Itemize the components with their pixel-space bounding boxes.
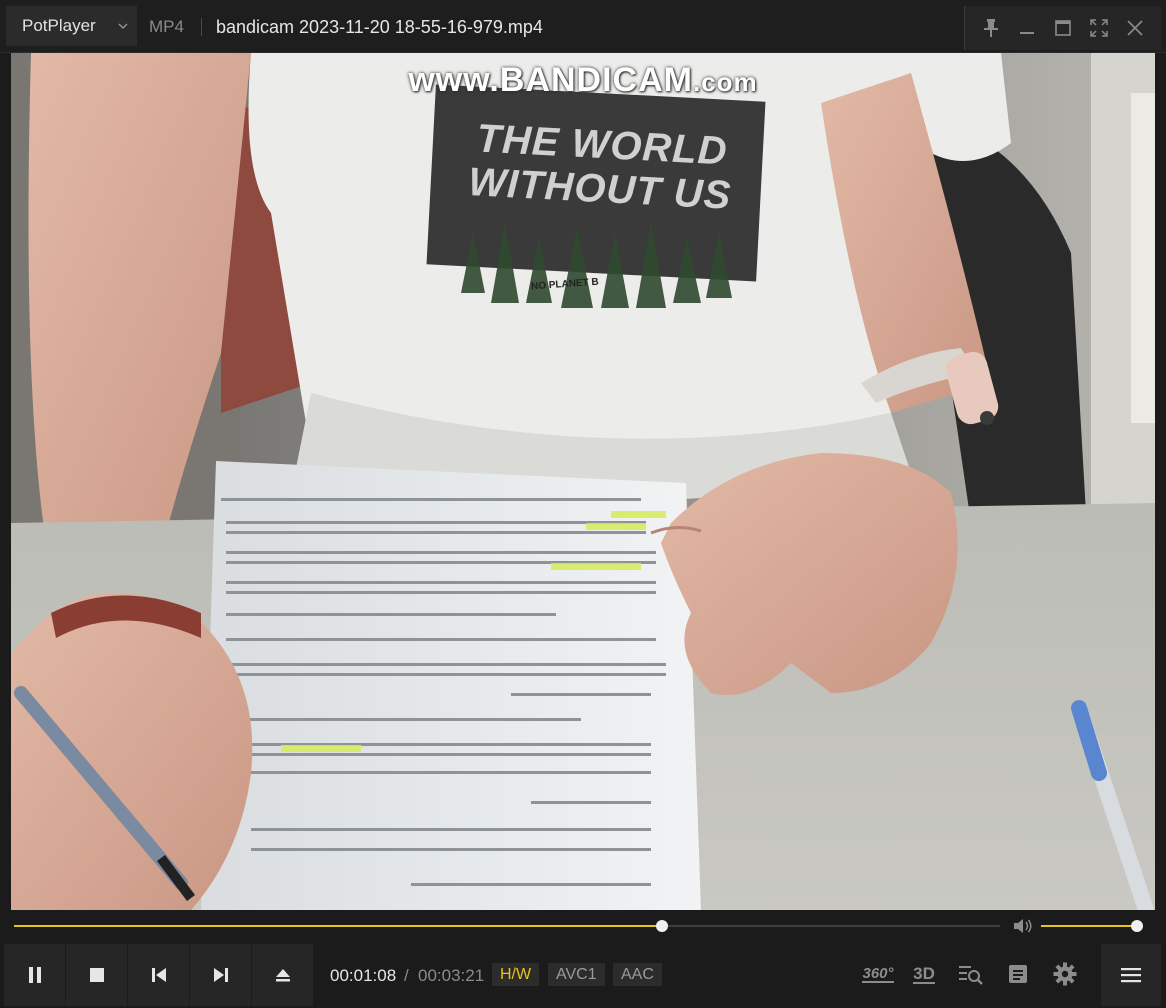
shirt-print: THE WORLD WITHOUT US (429, 114, 773, 220)
stop-button[interactable] (66, 944, 127, 1006)
pin-icon (984, 19, 998, 37)
pause-button[interactable] (4, 944, 65, 1006)
eject-button[interactable] (252, 944, 313, 1006)
current-time: 00:01:08 (330, 966, 397, 985)
minimize-icon (1020, 32, 1034, 34)
audio-codec-badge[interactable]: AAC (613, 963, 662, 986)
seek-bar[interactable] (14, 920, 1000, 932)
close-icon (1127, 20, 1143, 36)
format-label: MP4 (149, 17, 184, 36)
video-codec-badge[interactable]: AVC1 (548, 963, 605, 986)
title-bar: PotPlayer MP4 bandicam 2023-11-20 18-55-… (0, 0, 1166, 53)
maximize-icon (1055, 20, 1071, 36)
gear-icon (1053, 962, 1077, 986)
time-separator: / (404, 966, 409, 985)
previous-button[interactable] (128, 944, 189, 1006)
hw-decoder-badge[interactable]: H/W (492, 963, 540, 986)
watermark-main: www.BANDICAM (408, 61, 693, 99)
settings-button[interactable] (1047, 958, 1083, 990)
file-name: bandicam 2023-11-20 18-55-16-979.mp4 (216, 17, 543, 37)
menu-icon (1121, 968, 1141, 983)
app-name: PotPlayer (22, 16, 96, 35)
close-button[interactable] (1117, 6, 1153, 50)
volume-icon[interactable] (1013, 917, 1035, 935)
vr-360-button[interactable]: 360° (860, 958, 896, 990)
video-frame[interactable]: www.BANDICAM.com THE WORLD WITHOUT US NO… (11, 53, 1155, 910)
watermark-suffix: .com (692, 67, 758, 97)
control-bar: 00:01:08 / 00:03:21 H/W AVC1 AAC 360° 3D (0, 910, 1166, 1008)
app-menu-button[interactable]: PotPlayer (6, 6, 137, 46)
previous-icon (151, 968, 166, 982)
watermark: www.BANDICAM.com (11, 61, 1155, 100)
playlist-search-button[interactable] (953, 958, 989, 990)
3d-icon: 3D (913, 963, 935, 984)
fullscreen-icon (1090, 19, 1108, 37)
pause-icon (28, 967, 41, 983)
seek-progress (14, 925, 662, 927)
volume-handle[interactable] (1131, 920, 1143, 932)
title-divider (201, 18, 202, 36)
main-menu-button[interactable] (1101, 944, 1161, 1006)
seek-handle[interactable] (655, 920, 668, 932)
next-icon (213, 968, 228, 982)
total-time: 00:03:21 (418, 966, 485, 985)
chat-icon (1009, 965, 1027, 983)
next-button[interactable] (190, 944, 251, 1006)
maximize-button[interactable] (1045, 6, 1081, 50)
volume-slider[interactable] (1041, 920, 1143, 932)
3d-button[interactable]: 3D (906, 958, 942, 990)
pin-button[interactable] (973, 6, 1009, 50)
stop-icon (89, 968, 104, 982)
window-controls (964, 6, 1161, 50)
playlist-search-icon (959, 966, 983, 985)
volume-level (1041, 925, 1137, 927)
eject-icon (275, 969, 290, 982)
fullscreen-button[interactable] (1081, 6, 1117, 50)
vr-360-icon: 360° (862, 964, 894, 983)
minimize-button[interactable] (1009, 6, 1045, 50)
chat-button[interactable] (1000, 958, 1036, 990)
chevron-down-icon (118, 23, 128, 29)
